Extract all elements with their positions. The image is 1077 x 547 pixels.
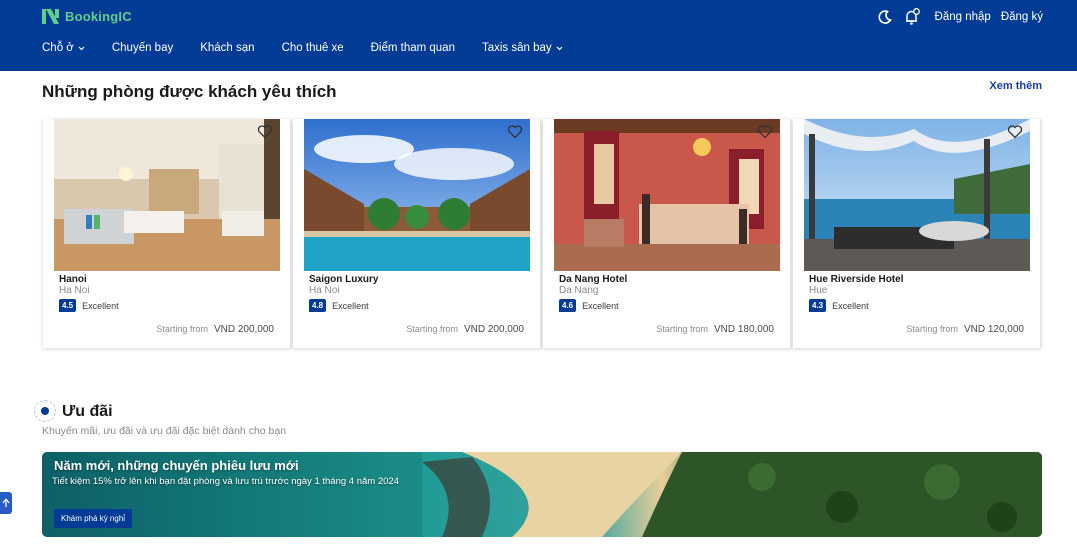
- hotel-price: Starting from VND 180,000: [656, 324, 774, 335]
- logo-icon: [42, 9, 59, 24]
- hotel-photo[interactable]: [54, 119, 280, 271]
- arrow-up-icon: [2, 498, 10, 507]
- hotel-price: Starting from VND 200,000: [406, 324, 524, 335]
- nav-label: Chỗ ở: [42, 42, 74, 54]
- chevron-down-icon: [78, 46, 85, 50]
- nav-item-airport-taxis[interactable]: Taxis sân bay: [482, 42, 563, 54]
- hotel-photo[interactable]: [804, 119, 1030, 271]
- rating-text: Excellent: [82, 300, 119, 311]
- hotel-name: Saigon Luxury: [309, 274, 379, 285]
- header-actions: Đăng nhập Đăng ký: [877, 8, 1043, 26]
- price-value: VND 180,000: [713, 324, 774, 335]
- nav-label: Chuyến bay: [111, 42, 174, 54]
- nav-item-flights[interactable]: Chuyến bay: [112, 42, 173, 54]
- price-prefix: Starting from: [406, 324, 458, 334]
- rating-score-badge: 4.6: [559, 299, 577, 312]
- banner-title: Năm mới, những chuyến phiêu lưu mới: [54, 458, 299, 473]
- price-prefix: Starting from: [156, 324, 208, 334]
- hotel-photo[interactable]: [304, 119, 530, 271]
- nav-label: Khách sạn: [200, 42, 255, 54]
- rating-score-badge: 4.3: [809, 299, 827, 312]
- side-tab-button[interactable]: [0, 492, 12, 514]
- hotel-card[interactable]: Da Nang Hotel Da Nang 4.6 Excellent Star…: [543, 119, 791, 348]
- hotel-card[interactable]: Hue Riverside Hotel Hue 4.3 Excellent St…: [793, 119, 1041, 348]
- rating-text: Excellent: [582, 300, 619, 311]
- banner-text: Tiết kiệm 15% trở lên khi bạn đặt phòng …: [52, 476, 399, 487]
- favorites-title: Những phòng được khách yêu thích: [42, 82, 337, 101]
- hotel-photo[interactable]: [554, 119, 780, 271]
- explore-vacation-button[interactable]: Khám phá kỳ nghỉ: [54, 509, 133, 528]
- price-value: VND 200,000: [463, 324, 524, 335]
- promo-banner[interactable]: Năm mới, những chuyến phiêu lưu mới Tiết…: [42, 452, 1042, 537]
- moon-icon[interactable]: [877, 9, 893, 25]
- nav-label: Cho thuê xe: [281, 42, 344, 54]
- deals-subtitle: Khuyến mãi, ưu đãi và ưu đãi đặc biệt dà…: [42, 425, 287, 437]
- hotel-city: Ha Noi: [309, 285, 340, 296]
- notification-bell-icon[interactable]: [903, 8, 921, 26]
- deals-marker-icon: [34, 400, 56, 422]
- favorite-heart-icon[interactable]: [257, 124, 273, 139]
- hotel-rating: 4.3 Excellent: [809, 299, 869, 312]
- rating-text: Excellent: [332, 300, 369, 311]
- hotel-name: Da Nang Hotel: [559, 274, 628, 285]
- nav-label: Taxis sân bay: [481, 42, 552, 54]
- nav-item-accommodation[interactable]: Chỗ ở: [42, 42, 85, 54]
- main-nav: Chỗ ở Chuyến bay Khách sạn Cho thuê xe Đ…: [42, 42, 590, 54]
- price-prefix: Starting from: [906, 324, 958, 334]
- hotel-card[interactable]: Saigon Luxury Ha Noi 4.8 Excellent Start…: [293, 119, 541, 348]
- chevron-down-icon: [556, 46, 563, 50]
- rating-score-badge: 4.5: [59, 299, 77, 312]
- hotel-price: Starting from VND 200,000: [156, 324, 274, 335]
- deals-title: Ưu đãi: [62, 403, 113, 420]
- hotel-name: Hanoi: [59, 274, 87, 285]
- brand-logo[interactable]: BookingIC: [42, 9, 132, 24]
- hotel-card[interactable]: Hanoi Ha Noi 4.5 Excellent Starting from…: [43, 119, 291, 348]
- hotel-city: Hue: [809, 285, 828, 296]
- favorite-heart-icon[interactable]: [757, 124, 773, 139]
- nav-label: Điểm tham quan: [370, 42, 455, 54]
- price-value: VND 120,000: [963, 324, 1024, 335]
- login-link[interactable]: Đăng nhập: [935, 11, 991, 23]
- nav-item-attractions[interactable]: Điểm tham quan: [371, 42, 455, 54]
- rating-score-badge: 4.8: [309, 299, 327, 312]
- hotel-rating: 4.8 Excellent: [309, 299, 369, 312]
- price-prefix: Starting from: [656, 324, 708, 334]
- hotel-city: Ha Noi: [59, 285, 90, 296]
- brand-name: BookingIC: [65, 9, 132, 24]
- hotel-price: Starting from VND 120,000: [906, 324, 1024, 335]
- nav-item-hotels[interactable]: Khách sạn: [200, 42, 254, 54]
- nav-item-car-rental[interactable]: Cho thuê xe: [282, 42, 344, 54]
- hotel-name: Hue Riverside Hotel: [809, 274, 904, 285]
- hotel-city: Da Nang: [559, 285, 599, 296]
- favorite-cards: Hanoi Ha Noi 4.5 Excellent Starting from…: [43, 119, 1041, 348]
- hotel-rating: 4.6 Excellent: [559, 299, 619, 312]
- hotel-rating: 4.5 Excellent: [59, 299, 119, 312]
- favorite-heart-icon[interactable]: [1007, 124, 1023, 139]
- rating-text: Excellent: [832, 300, 869, 311]
- top-header: BookingIC Đăng nhập Đăng ký Chỗ ở Chuyến…: [0, 0, 1077, 71]
- see-more-link[interactable]: Xem thêm: [989, 80, 1042, 92]
- favorite-heart-icon[interactable]: [507, 124, 523, 139]
- register-link[interactable]: Đăng ký: [1001, 11, 1043, 23]
- price-value: VND 200,000: [213, 324, 274, 335]
